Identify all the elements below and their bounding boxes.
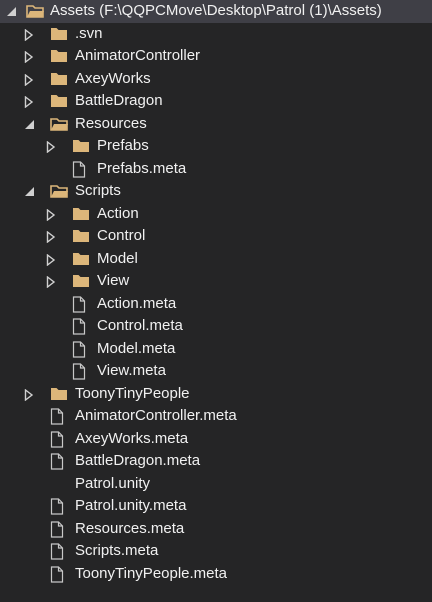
folder-icon <box>50 71 68 87</box>
tree-item-model[interactable]: Model <box>0 248 432 271</box>
collapsed-arrow-icon[interactable] <box>46 270 58 293</box>
tree-item-axeyworks[interactable]: AxeyWorks <box>0 68 432 91</box>
folder-icon <box>50 26 68 42</box>
file-icon <box>72 160 90 178</box>
tree-item-toonytinypeople-meta[interactable]: ToonyTinyPeople.meta <box>0 563 432 586</box>
collapsed-arrow-icon[interactable] <box>24 45 36 68</box>
tree-item-label: AnimatorController <box>75 47 201 64</box>
folder-icon <box>50 93 68 109</box>
folder-icon <box>72 228 90 244</box>
tree-item-label: Patrol.unity <box>75 474 151 492</box>
folder-icon <box>50 48 68 64</box>
tree-item-label: AxeyWorks.meta <box>75 429 189 447</box>
tree-item-battledragon[interactable]: BattleDragon <box>0 90 432 113</box>
tree-item-action[interactable]: Action <box>0 203 432 226</box>
tree-item-label: ToonyTinyPeople <box>75 384 190 402</box>
tree-item-patrol-unity[interactable]: Patrol.unity <box>0 473 432 496</box>
tree-item-animatorcontroller-meta[interactable]: AnimatorController.meta <box>0 405 432 428</box>
tree-item-label: Resources <box>75 114 147 132</box>
tree-item-label: View.meta <box>97 362 166 379</box>
tree-item-label: Control <box>97 227 146 244</box>
tree-item-svn[interactable]: .svn <box>0 23 432 46</box>
tree-item-label: AnimatorController.meta <box>75 407 237 424</box>
file-icon <box>50 453 68 470</box>
file-icon <box>50 498 68 515</box>
tree-item-label: Model.meta <box>97 339 176 357</box>
tree-item-label: Patrol.unity.meta <box>75 497 187 514</box>
tree-item-label: BattleDragon.meta <box>75 452 201 469</box>
collapsed-arrow-icon[interactable] <box>24 383 36 406</box>
tree-item-label: Action <box>97 204 139 222</box>
folder-icon <box>72 273 90 289</box>
collapsed-arrow-icon[interactable] <box>24 23 36 46</box>
folder-icon <box>50 386 68 402</box>
tree-item-resources[interactable]: Resources <box>0 113 432 136</box>
tree-item-label: Resources.meta <box>75 519 185 537</box>
file-icon <box>50 408 68 425</box>
tree-item-label: Action.meta <box>97 294 177 312</box>
expanded-arrow-icon[interactable] <box>24 113 36 136</box>
file-icon <box>50 430 68 448</box>
tree-item-label: AxeyWorks <box>75 69 151 87</box>
file-icon <box>50 543 68 560</box>
tree-item-view-meta[interactable]: View.meta <box>0 360 432 383</box>
tree-item-label: Prefabs.meta <box>97 159 187 177</box>
collapsed-arrow-icon[interactable] <box>46 248 58 271</box>
tree-item-prefabs[interactable]: Prefabs <box>0 135 432 158</box>
tree-item-patrol-unity-meta[interactable]: Patrol.unity.meta <box>0 495 432 518</box>
tree-item-resources-meta[interactable]: Resources.meta <box>0 518 432 541</box>
folder-icon <box>72 138 90 154</box>
tree-item-model-meta[interactable]: Model.meta <box>0 338 432 361</box>
file-icon <box>72 340 90 358</box>
expanded-arrow-icon[interactable] <box>24 180 36 203</box>
tree-item-toonytinypeople[interactable]: ToonyTinyPeople <box>0 383 432 406</box>
tree-item-scripts[interactable]: Scripts <box>0 180 432 203</box>
collapsed-arrow-icon[interactable] <box>24 90 36 113</box>
file-icon <box>72 295 90 313</box>
collapsed-arrow-icon[interactable] <box>46 225 58 248</box>
tree-item-battledragon-meta[interactable]: BattleDragon.meta <box>0 450 432 473</box>
tree-item-label: Prefabs <box>97 137 149 154</box>
tree-item-action-meta[interactable]: Action.meta <box>0 293 432 316</box>
tree-item-label: Scripts <box>75 182 121 199</box>
tree-item-axeyworks-meta[interactable]: AxeyWorks.meta <box>0 428 432 451</box>
tree-root-assets[interactable]: Assets (F:\QQPCMove\Desktop\Patrol (1)\A… <box>0 0 432 23</box>
tree-item-animatorcontroller[interactable]: AnimatorController <box>0 45 432 68</box>
tree-item-label: View <box>97 272 130 289</box>
expanded-arrow-icon[interactable] <box>6 0 18 23</box>
collapsed-arrow-icon[interactable] <box>46 203 58 226</box>
tree-root-label: Assets (F:\QQPCMove\Desktop\Patrol (1)\A… <box>50 2 382 19</box>
collapsed-arrow-icon[interactable] <box>24 68 36 91</box>
folder-icon <box>72 206 90 222</box>
tree-item-view[interactable]: View <box>0 270 432 293</box>
file-icon <box>50 520 68 538</box>
open-folder-icon <box>50 116 68 132</box>
tree-item-label: Control.meta <box>97 317 183 334</box>
folder-icon <box>72 251 90 267</box>
tree-item-control-meta[interactable]: Control.meta <box>0 315 432 338</box>
open-folder-icon <box>50 183 68 199</box>
tree-item-control[interactable]: Control <box>0 225 432 248</box>
tree-item-scripts-meta[interactable]: Scripts.meta <box>0 540 432 563</box>
tree-item-label: ToonyTinyPeople.meta <box>75 564 228 582</box>
tree-item-label: .svn <box>75 24 103 42</box>
tree-item-label: Model <box>97 249 138 267</box>
open-folder-icon <box>26 3 44 19</box>
solution-explorer-tree: Assets (F:\QQPCMove\Desktop\Patrol (1)\A… <box>0 0 432 602</box>
tree-item-prefabs-meta[interactable]: Prefabs.meta <box>0 158 432 181</box>
file-icon <box>72 318 90 335</box>
tree-item-label: BattleDragon <box>75 92 163 109</box>
collapsed-arrow-icon[interactable] <box>46 135 58 158</box>
file-icon <box>72 363 90 380</box>
tree-item-label: Scripts.meta <box>75 542 159 559</box>
file-icon <box>50 565 68 583</box>
